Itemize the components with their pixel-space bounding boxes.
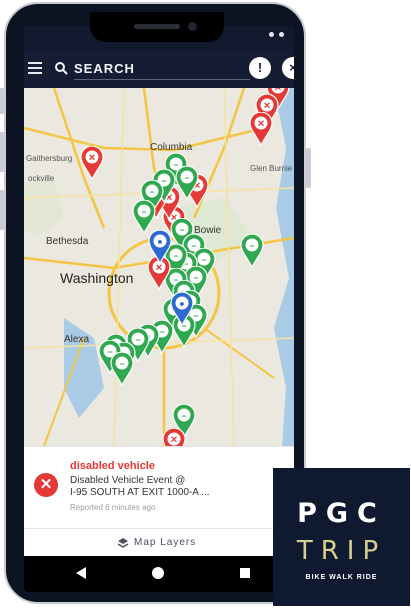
volume-up-button <box>0 88 4 114</box>
svg-text:–: – <box>249 241 254 251</box>
recent-apps-icon[interactable] <box>240 568 250 578</box>
svg-text:–: – <box>159 327 164 337</box>
logo-pgc: PGC <box>297 498 386 529</box>
power-button <box>306 148 311 188</box>
speaker-grille <box>134 24 180 29</box>
event-marker[interactable]: – <box>132 200 156 234</box>
app-header: SEARCH ! × <box>24 50 294 88</box>
svg-text:●: ● <box>157 237 162 247</box>
svg-text:✕: ✕ <box>155 263 163 273</box>
search-icon <box>55 62 68 75</box>
svg-text:✕: ✕ <box>263 101 271 111</box>
volume-down-button <box>0 132 4 172</box>
map-label-washington: Washington <box>60 270 134 286</box>
svg-text:✕: ✕ <box>274 88 282 93</box>
road-work-marker[interactable]: ● <box>170 292 194 326</box>
svg-text:●: ● <box>179 299 184 309</box>
map-label-gaithersburg: Gaithersburg <box>26 154 73 163</box>
event-marker[interactable]: – <box>175 166 199 200</box>
map-layers-label: Map Layers <box>134 537 197 548</box>
svg-text:–: – <box>173 251 178 261</box>
svg-text:–: – <box>184 173 189 183</box>
status-icon <box>269 32 274 37</box>
svg-text:–: – <box>141 207 146 217</box>
phone-frame: SEARCH ! × Gaithersburg ockville Columbi… <box>0 2 311 604</box>
disabled-vehicle-marker[interactable]: ✕ <box>162 428 186 446</box>
pgc-trip-logo: PGC TRIP BIKE WALK RIDE <box>273 468 410 606</box>
svg-text:–: – <box>181 411 186 421</box>
search-input[interactable]: SEARCH <box>74 61 135 76</box>
disabled-vehicle-icon: ✕ <box>34 473 58 497</box>
event-marker[interactable]: – <box>110 352 134 386</box>
map-layers-button[interactable]: Map Layers <box>24 528 294 557</box>
svg-text:–: – <box>201 255 206 265</box>
svg-text:✕: ✕ <box>170 435 178 445</box>
map-label-bethesda: Bethesda <box>46 236 89 247</box>
map-label-glen-burnie: Glen Burnie <box>250 164 293 173</box>
map-label-columbia: Columbia <box>150 142 193 153</box>
event-marker[interactable]: – <box>240 234 264 268</box>
status-icon <box>279 32 284 37</box>
front-camera <box>188 22 197 31</box>
incident-title: disabled vehicle <box>70 460 155 472</box>
svg-text:–: – <box>149 187 154 197</box>
back-icon[interactable] <box>76 567 86 579</box>
svg-text:–: – <box>179 225 184 235</box>
map-label-rockville: ockville <box>28 174 55 183</box>
phone-notch <box>90 12 224 42</box>
svg-text:–: – <box>119 359 124 369</box>
disabled-vehicle-marker[interactable]: ✕ <box>80 146 104 180</box>
map-label-alexandria: Alexa <box>64 334 90 345</box>
home-icon[interactable] <box>152 567 164 579</box>
search-underline <box>74 79 250 80</box>
layers-icon <box>117 538 129 548</box>
svg-text:✕: ✕ <box>88 153 96 163</box>
incident-description: Disabled Vehicle Event @ I-95 SOUTH AT E… <box>70 475 285 499</box>
close-button[interactable]: × <box>282 57 294 79</box>
svg-text:✕: ✕ <box>257 119 265 129</box>
app-screen: SEARCH ! × Gaithersburg ockville Columbi… <box>24 26 294 592</box>
menu-icon[interactable] <box>28 62 42 74</box>
logo-tagline: BIKE WALK RIDE <box>305 574 378 581</box>
incident-card[interactable]: ✕ disabled vehicle Disabled Vehicle Even… <box>24 446 294 529</box>
incident-timestamp: Reported 6 minutes ago <box>70 503 156 512</box>
road-work-marker[interactable]: ● <box>148 230 172 264</box>
disabled-vehicle-marker[interactable]: ✕ <box>249 112 273 146</box>
incident-line-2: I-95 SOUTH AT EXIT 1000-A ... <box>70 487 210 498</box>
svg-text:–: – <box>135 335 140 345</box>
android-nav-bar <box>24 556 294 592</box>
mute-button <box>0 190 4 230</box>
info-button[interactable]: ! <box>249 57 271 79</box>
incident-line-1: Disabled Vehicle Event @ <box>70 475 186 486</box>
logo-trip: TRIP <box>296 536 387 566</box>
traffic-map[interactable]: Gaithersburg ockville Columbia Glen Burn… <box>24 88 294 446</box>
